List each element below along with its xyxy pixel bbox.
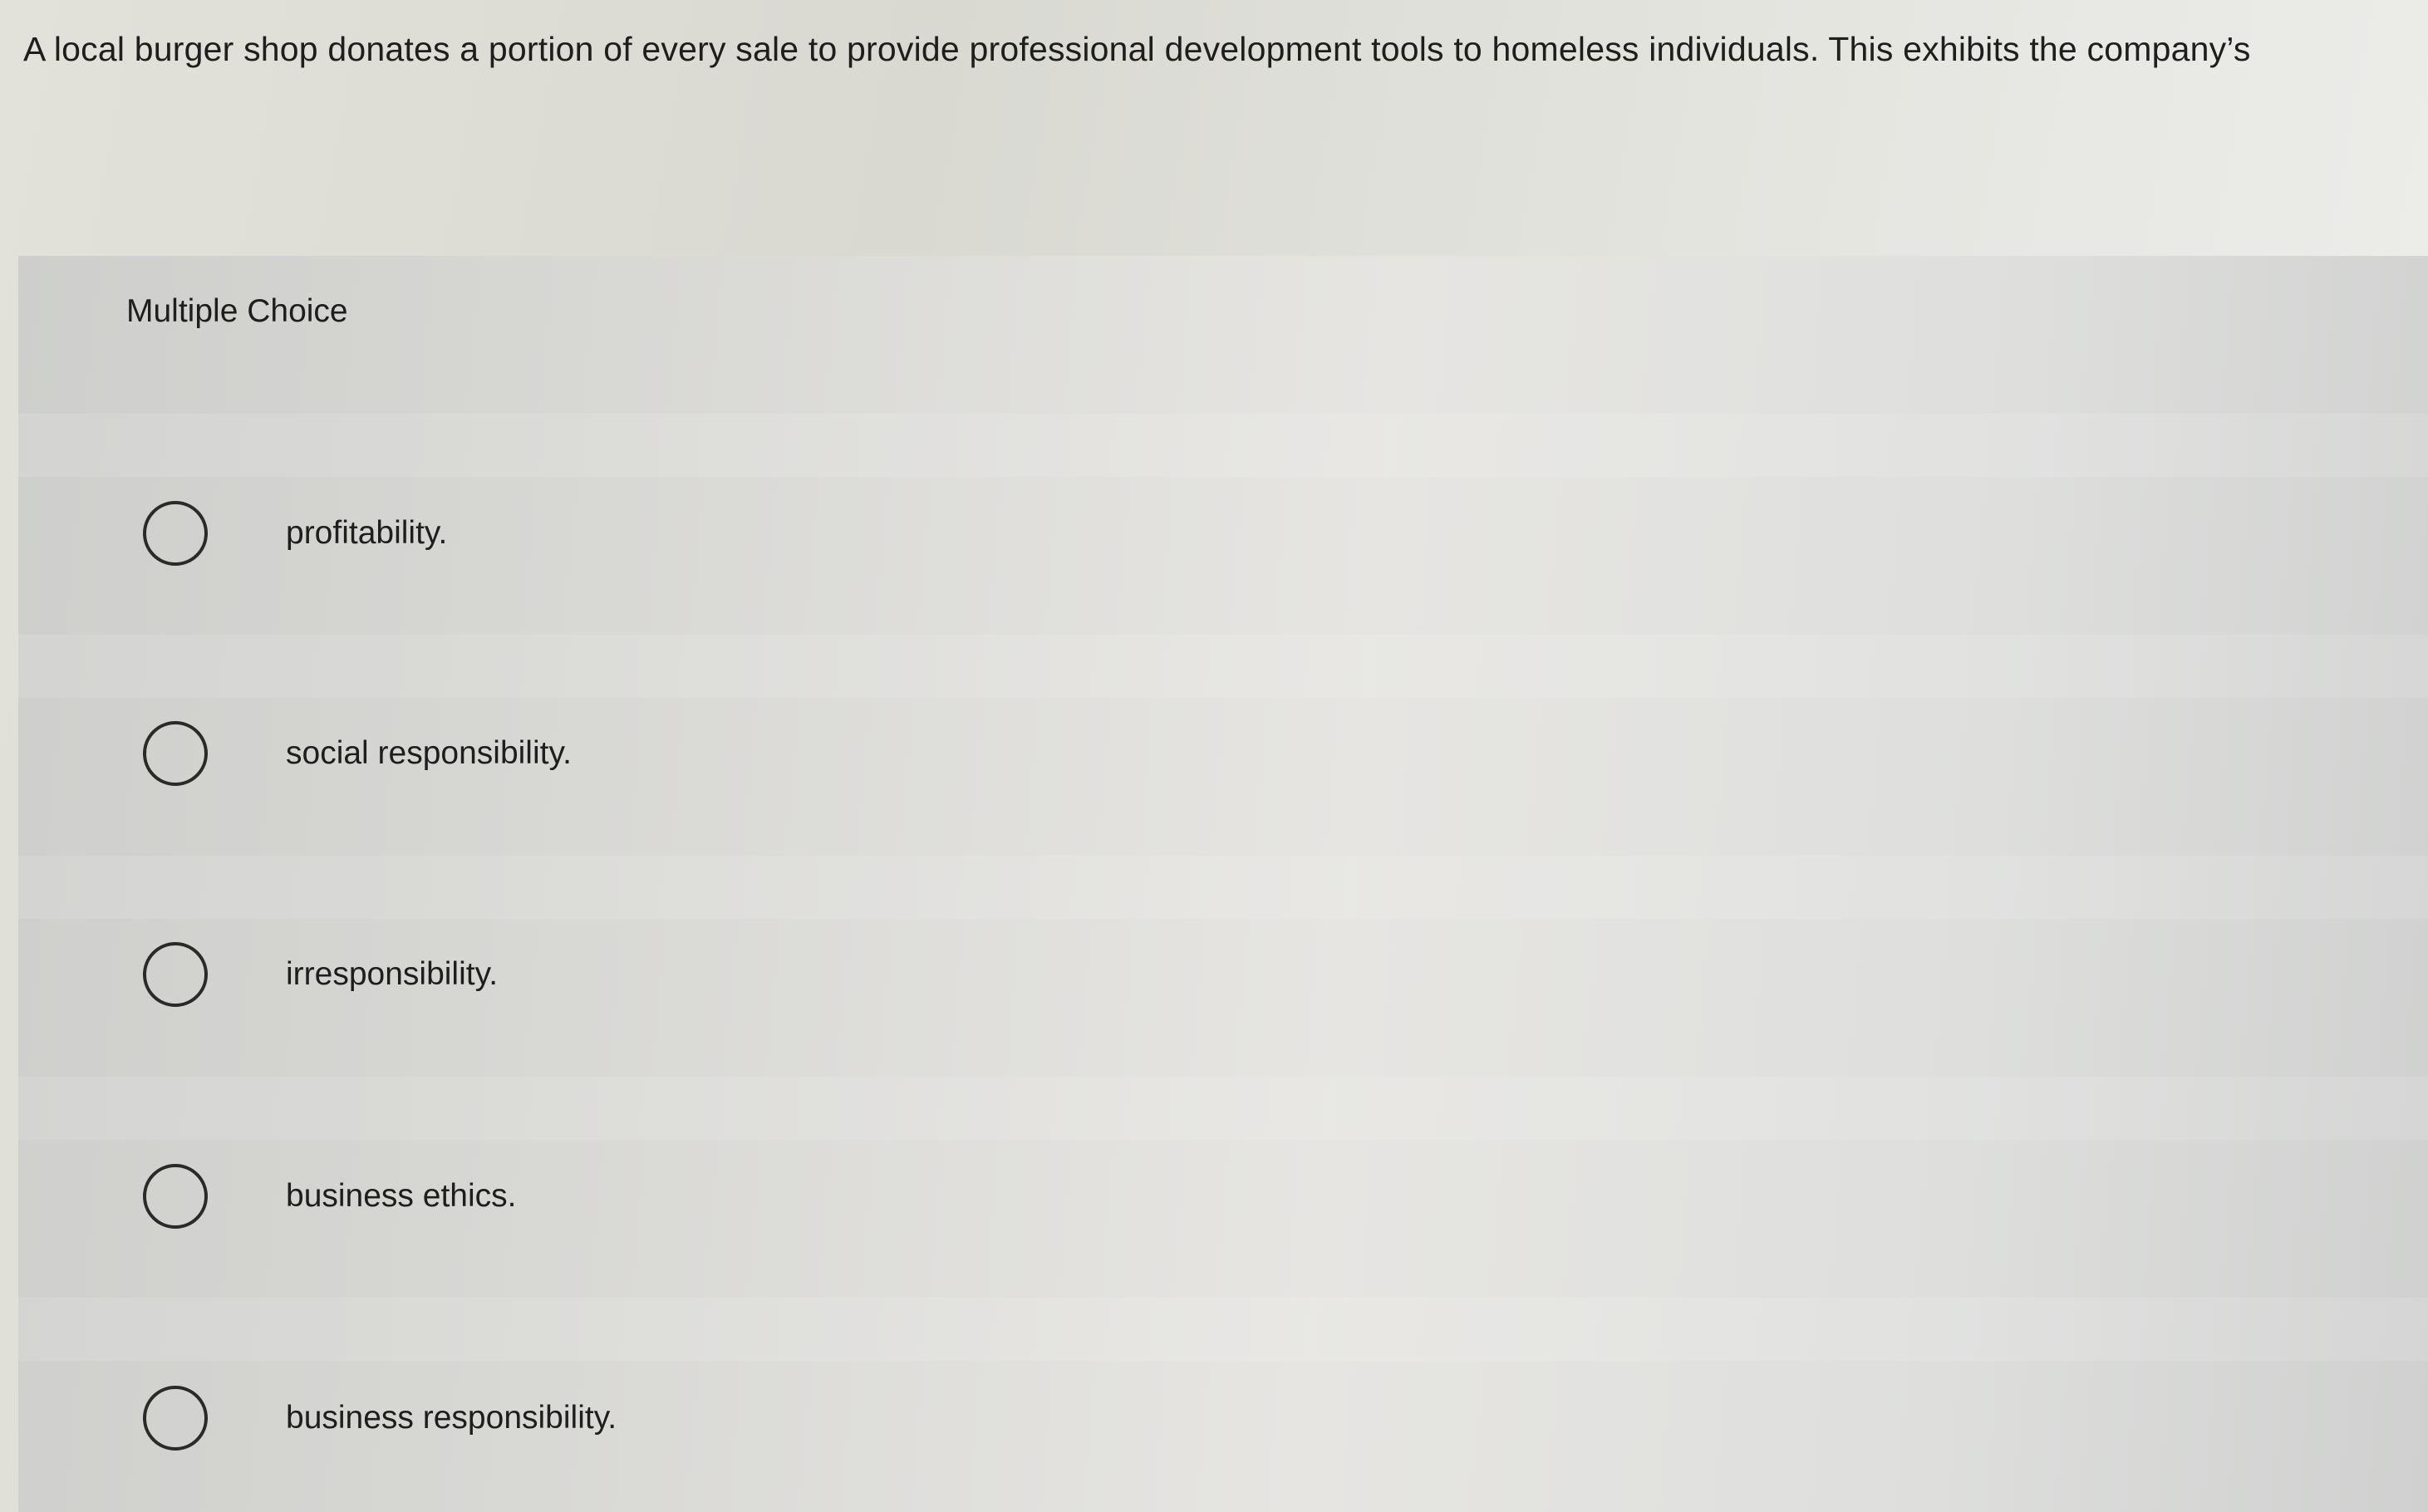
option-label: profitability. [286,515,448,551]
option-business-ethics[interactable]: business ethics. [143,1159,516,1234]
option-business-responsibility[interactable]: business responsibility. [143,1381,617,1456]
option-profitability[interactable]: profitability. [143,496,447,571]
option-label: social responsibility. [286,735,572,771]
radio-button[interactable] [143,1386,208,1451]
question-type-label: Multiple Choice [126,293,348,329]
option-label: business ethics. [286,1178,517,1214]
answer-panel [18,256,2428,1512]
radio-button[interactable] [143,942,208,1007]
option-label: irresponsibility. [286,956,499,992]
radio-button[interactable] [143,721,208,786]
radio-button[interactable] [143,501,208,566]
question-text: A local burger shop donates a portion of… [23,30,2251,68]
radio-button[interactable] [143,1164,208,1229]
option-label: business responsibility. [286,1400,617,1436]
option-irresponsibility[interactable]: irresponsibility. [143,937,498,1012]
option-social-responsibility[interactable]: social responsibility. [143,716,572,791]
